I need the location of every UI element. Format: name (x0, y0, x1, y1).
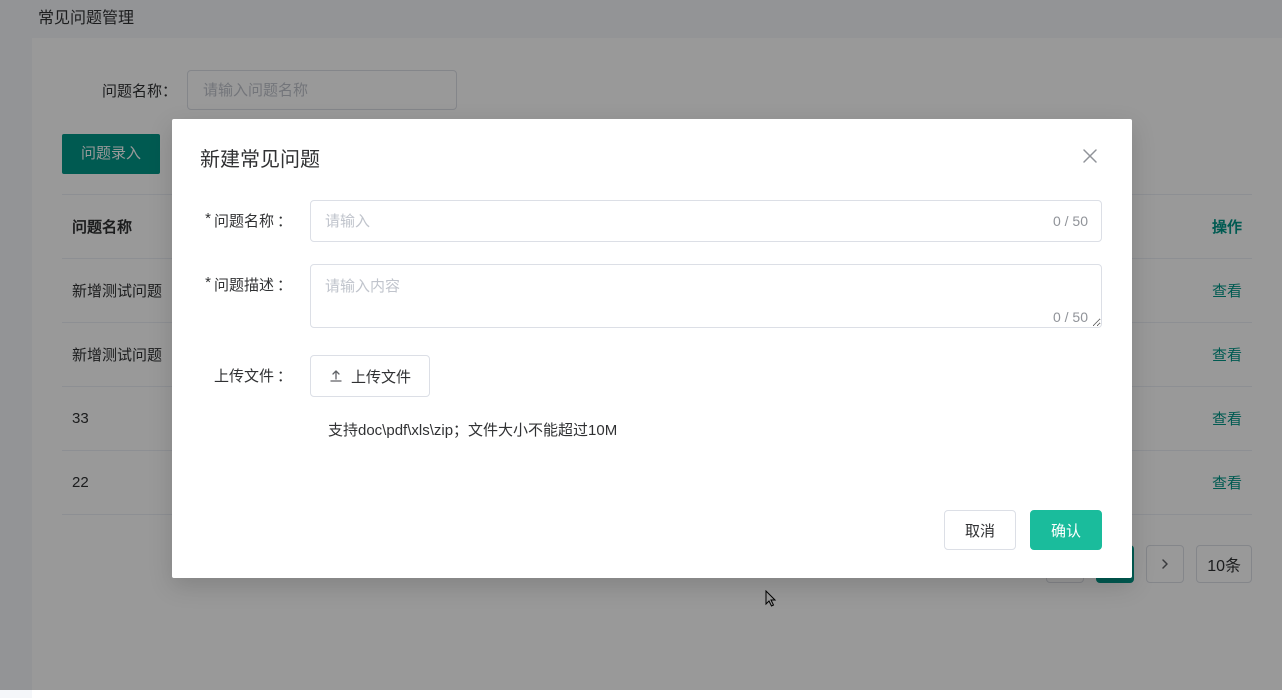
close-icon (1082, 148, 1098, 164)
modal-header: 新建常见问题 (172, 119, 1132, 200)
upload-icon (329, 369, 343, 383)
modal-title: 新建常见问题 (200, 143, 320, 172)
desc-input-wrap: 0 / 50 (310, 264, 1102, 333)
name-input[interactable] (310, 200, 1102, 242)
cancel-button[interactable]: 取消 (944, 510, 1016, 550)
file-upload-wrap: 上传文件 (310, 355, 430, 397)
upload-file-button[interactable]: 上传文件 (310, 355, 430, 397)
desc-char-count: 0 / 50 (1053, 309, 1088, 325)
form-item-file: 上传文件： 上传文件 (202, 355, 1102, 397)
file-label: 上传文件： (202, 355, 292, 386)
new-faq-modal: 新建常见问题 * 问题名称： 0 / 50 * 问题描述： 0 / 50 (172, 119, 1132, 578)
modal-body: * 问题名称： 0 / 50 * 问题描述： 0 / 50 上传文件： (172, 200, 1132, 440)
desc-label: * 问题描述： (202, 264, 292, 295)
required-star: * (205, 274, 211, 295)
name-input-wrap: 0 / 50 (310, 200, 1102, 242)
modal-footer: 取消 确认 (172, 460, 1132, 578)
name-char-count: 0 / 50 (1053, 213, 1088, 229)
form-item-name: * 问题名称： 0 / 50 (202, 200, 1102, 242)
name-label: * 问题名称： (202, 200, 292, 231)
desc-textarea[interactable] (310, 264, 1102, 328)
upload-hint: 支持doc\pdf\xls\zip；文件大小不能超过10M (202, 419, 1102, 440)
close-button[interactable] (1082, 148, 1102, 168)
required-star: * (205, 210, 211, 231)
form-item-desc: * 问题描述： 0 / 50 (202, 264, 1102, 333)
confirm-button[interactable]: 确认 (1030, 510, 1102, 550)
